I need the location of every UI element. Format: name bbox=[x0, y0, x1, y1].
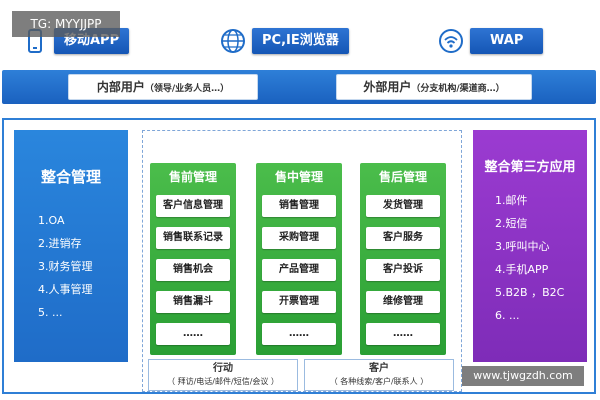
column-title: 售前管理 bbox=[168, 170, 217, 184]
access-label: WAP bbox=[470, 28, 544, 54]
column-item: 开票管理 bbox=[262, 291, 336, 313]
access-label: PC,IE浏览器 bbox=[252, 28, 349, 54]
customer-box: 客户 （ 各种线索/客户/联系人 ） bbox=[304, 359, 454, 391]
external-users-box: 外部用户（分支机构/渠道商…） bbox=[336, 74, 532, 100]
column-item: 客户信息管理 bbox=[156, 195, 230, 217]
insales-column: 售中管理 销售管理 采购管理 产品管理 开票管理 …… bbox=[256, 163, 342, 355]
list-item: 5.B2B ，B2C bbox=[495, 286, 565, 299]
list-item: 3.呼叫中心 bbox=[495, 240, 550, 253]
column-item: 产品管理 bbox=[262, 259, 336, 281]
column-item: …… bbox=[366, 323, 440, 345]
user-bar: 内部用户（领导/业务人员…） 外部用户（分支机构/渠道商…） bbox=[2, 70, 596, 104]
column-item: 销售漏斗 bbox=[156, 291, 230, 313]
internal-users-box: 内部用户（领导/业务人员…） bbox=[68, 74, 258, 100]
list-item: 6. ... bbox=[495, 309, 520, 322]
action-box: 行动 （ 拜访/电话/邮件/短信/会议 ） bbox=[148, 359, 298, 391]
external-users-label: 外部用户 bbox=[363, 80, 412, 94]
globe-icon bbox=[221, 29, 245, 53]
list-item: 5. ... bbox=[38, 306, 63, 319]
list-item: 1.邮件 bbox=[495, 194, 528, 207]
internal-users-sub: （领导/业务人员…） bbox=[144, 84, 230, 94]
column-item: 维修管理 bbox=[366, 291, 440, 313]
list-item: 4.人事管理 bbox=[38, 283, 93, 296]
wifi-icon bbox=[439, 29, 463, 53]
action-title: 行动 bbox=[213, 363, 233, 374]
access-pc-browser: PC,IE浏览器 bbox=[220, 28, 349, 54]
internal-users-label: 内部用户 bbox=[96, 80, 145, 94]
column-item: 销售联系记录 bbox=[156, 227, 230, 249]
third-party-list: 1.邮件 2.短信 3.呼叫中心 4.手机APP 5.B2B ，B2C 6. .… bbox=[473, 189, 587, 327]
third-party-panel-title: 整合第三方应用 bbox=[484, 160, 576, 175]
column-item: …… bbox=[262, 323, 336, 345]
access-wap: WAP bbox=[438, 28, 544, 54]
list-item: 3.财务管理 bbox=[38, 260, 93, 273]
integration-list: 1.OA 2.进销存 3.财务管理 4.人事管理 5. ... bbox=[14, 209, 128, 324]
column-item: 客户服务 bbox=[366, 227, 440, 249]
column-title: 售中管理 bbox=[274, 170, 323, 184]
list-item: 4.手机APP bbox=[495, 263, 549, 276]
external-users-sub: （分支机构/渠道商…） bbox=[411, 84, 505, 94]
presales-column: 售前管理 客户信息管理 销售联系记录 销售机会 销售漏斗 …… bbox=[150, 163, 236, 355]
column-item: …… bbox=[156, 323, 230, 345]
list-item: 2.短信 bbox=[495, 217, 528, 230]
customer-sub: （ 各种线索/客户/联系人 ） bbox=[329, 377, 429, 386]
list-item: 1.OA bbox=[38, 214, 65, 227]
integration-panel: 整合管理 1.OA 2.进销存 3.财务管理 4.人事管理 5. ... bbox=[14, 130, 128, 362]
action-sub: （ 拜访/电话/邮件/短信/会议 ） bbox=[167, 377, 279, 386]
column-item: 采购管理 bbox=[262, 227, 336, 249]
list-item: 2.进销存 bbox=[38, 237, 82, 250]
customer-title: 客户 bbox=[369, 363, 389, 374]
column-item: 销售管理 bbox=[262, 195, 336, 217]
integration-panel-title: 整合管理 bbox=[40, 168, 101, 186]
watermark-top: TG: MYYJJPP bbox=[12, 11, 120, 37]
watermark-bottom: www.tjwgzdh.com bbox=[462, 366, 584, 386]
column-item: 销售机会 bbox=[156, 259, 230, 281]
column-item: 客户投诉 bbox=[366, 259, 440, 281]
third-party-panel: 整合第三方应用 1.邮件 2.短信 3.呼叫中心 4.手机APP 5.B2B ，… bbox=[473, 130, 587, 362]
column-title: 售后管理 bbox=[378, 170, 427, 184]
aftersales-column: 售后管理 发货管理 客户服务 客户投诉 维修管理 …… bbox=[360, 163, 446, 355]
column-item: 发货管理 bbox=[366, 195, 440, 217]
